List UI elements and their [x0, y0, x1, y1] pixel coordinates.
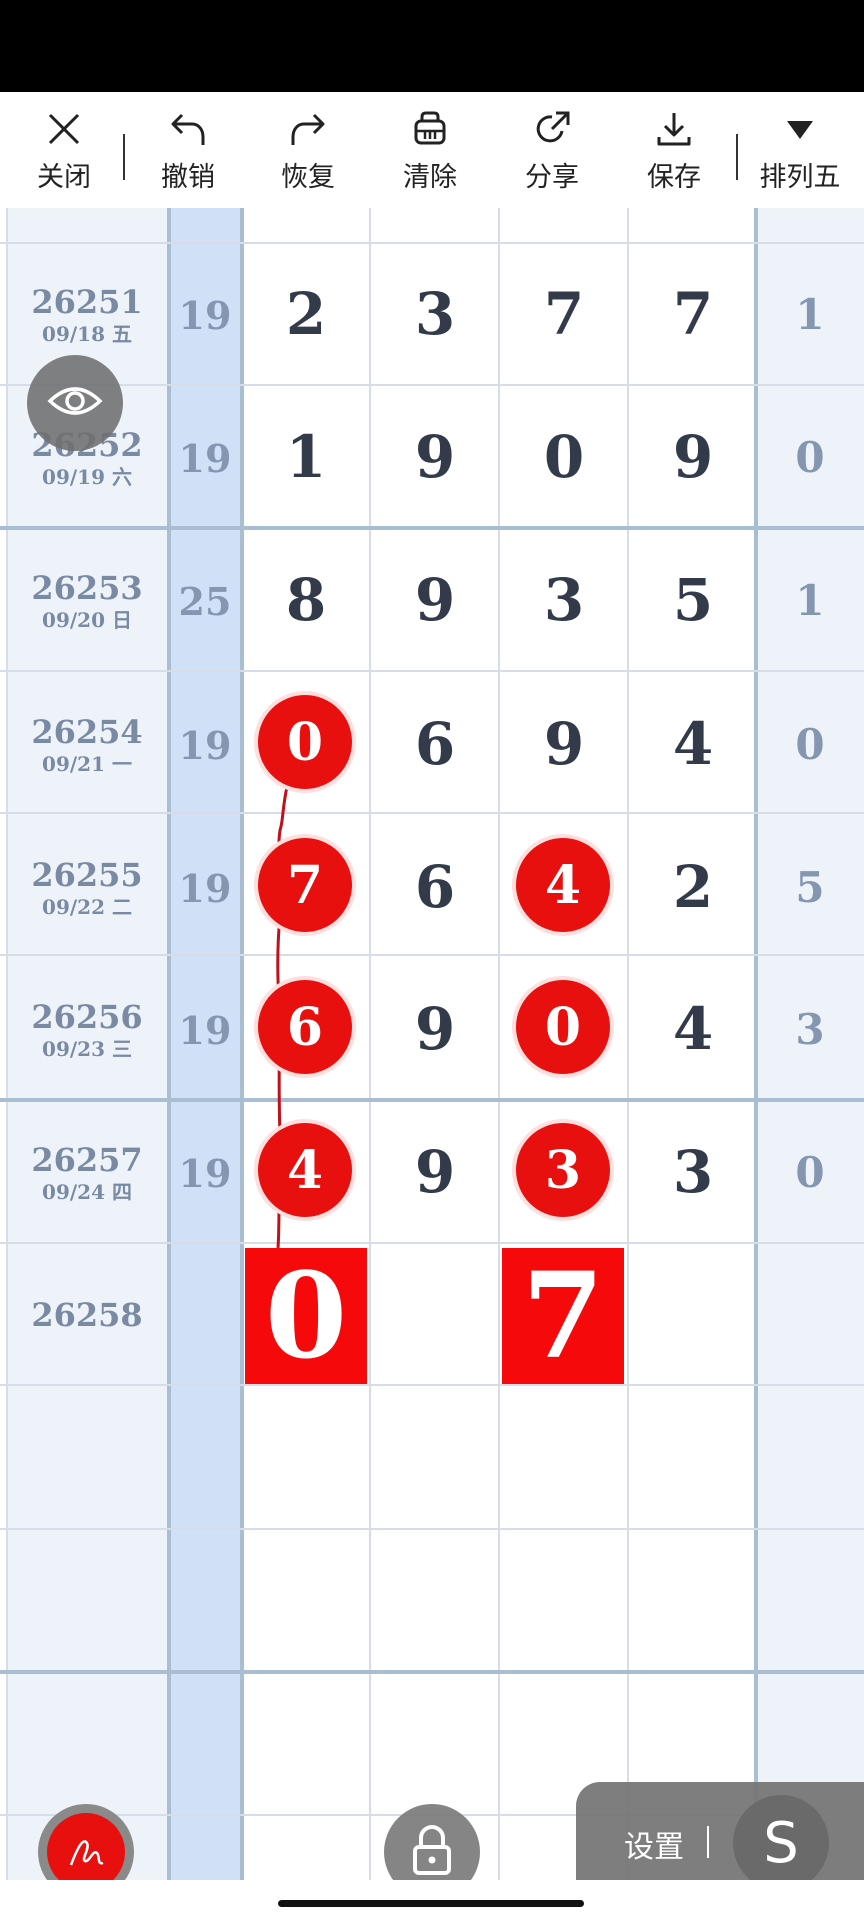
- digit-cell[interactable]: 2: [242, 280, 370, 348]
- trend-chart-grid[interactable]: 26251 09/18 五 19 2 3 7 7 1 26252 09/19 六…: [0, 208, 864, 1880]
- s-button[interactable]: S: [733, 1795, 829, 1891]
- sum-value: 19: [178, 293, 232, 338]
- redo-icon: [286, 107, 330, 151]
- close-button[interactable]: 关闭: [12, 92, 116, 208]
- issue-date: 09/19 六: [42, 465, 132, 489]
- sum-value: 19: [178, 1008, 232, 1053]
- hit-ball[interactable]: 0: [516, 980, 610, 1074]
- digit-cell[interactable]: 7: [500, 280, 628, 348]
- hit-ball[interactable]: 4: [258, 1123, 352, 1217]
- issue-date: 09/23 三: [42, 1037, 132, 1061]
- predicted-digit[interactable]: 7: [502, 1248, 624, 1384]
- issue-cell: 26254 09/21 一: [6, 713, 168, 777]
- digit-cell[interactable]: 0: [500, 423, 628, 491]
- status-bar: [0, 0, 864, 92]
- digit-cell[interactable]: 6: [371, 710, 499, 778]
- sum-value: 19: [178, 866, 232, 911]
- digit-cell[interactable]: 9: [371, 995, 499, 1063]
- digit-cell[interactable]: 6: [371, 853, 499, 921]
- sum-value: 19: [178, 1151, 232, 1196]
- digit-cell[interactable]: 2: [629, 853, 757, 921]
- undo-icon: [166, 107, 210, 151]
- sum-value: 19: [178, 723, 232, 768]
- digit-cell[interactable]: 3: [371, 280, 499, 348]
- digit-cell[interactable]: 8: [242, 566, 370, 634]
- span-value: 0: [795, 1148, 825, 1197]
- issue-date: 09/22 二: [42, 895, 132, 919]
- save-button[interactable]: 保存: [622, 92, 726, 208]
- issue-cell: 26256 09/23 三: [6, 998, 168, 1062]
- digit-cell[interactable]: 9: [371, 566, 499, 634]
- share-label: 分享: [525, 161, 579, 193]
- issue-date: 09/20 日: [42, 608, 132, 632]
- hit-ball[interactable]: 3: [516, 1123, 610, 1217]
- clear-button[interactable]: 清除: [378, 92, 482, 208]
- lock-icon: [409, 1823, 455, 1882]
- span-value: 3: [795, 1005, 825, 1054]
- share-icon: [530, 107, 574, 151]
- undo-button[interactable]: 撤销: [136, 92, 240, 208]
- issue-date: 09/18 五: [42, 322, 132, 346]
- issue-number: 26251: [31, 283, 143, 321]
- digit-cell[interactable]: 7: [629, 280, 757, 348]
- digit-cell[interactable]: 4: [629, 710, 757, 778]
- settings-button[interactable]: 设置: [624, 1822, 684, 1866]
- issue-date: 09/24 四: [42, 1180, 132, 1204]
- clear-label: 清除: [403, 161, 457, 193]
- mode-dropdown[interactable]: 排列五: [748, 92, 852, 208]
- issue-number: 26258: [31, 1296, 143, 1334]
- digit-cell[interactable]: 3: [500, 566, 628, 634]
- span-value: 0: [795, 720, 825, 769]
- close-label: 关闭: [37, 161, 91, 193]
- toolbar-divider: [123, 134, 125, 180]
- digit-cell[interactable]: 9: [371, 423, 499, 491]
- issue-date: 09/21 一: [42, 752, 132, 776]
- span-value: 5: [795, 863, 825, 912]
- digit-cell[interactable]: 9: [500, 710, 628, 778]
- mode-label: 排列五: [759, 161, 841, 193]
- issue-cell: 26253 09/20 日: [6, 569, 168, 633]
- share-button[interactable]: 分享: [500, 92, 604, 208]
- digit-cell[interactable]: 9: [629, 423, 757, 491]
- dropdown-icon: [778, 107, 822, 151]
- settings-divider: [707, 1826, 709, 1858]
- issue-number: 26256: [31, 998, 143, 1036]
- undo-label: 撤销: [161, 161, 215, 193]
- issue-number: 26253: [31, 569, 143, 607]
- hit-ball[interactable]: 4: [516, 838, 610, 932]
- issue-number: 26254: [31, 713, 143, 751]
- hit-ball[interactable]: 6: [258, 980, 352, 1074]
- sum-value: 25: [178, 579, 232, 624]
- digit-cell[interactable]: 9: [371, 1138, 499, 1206]
- close-icon: [42, 107, 86, 151]
- home-indicator[interactable]: [278, 1900, 584, 1907]
- hit-ball[interactable]: 7: [258, 838, 352, 932]
- predicted-digit[interactable]: 0: [245, 1248, 367, 1384]
- digit-cell[interactable]: 4: [629, 995, 757, 1063]
- clear-icon: [408, 107, 452, 151]
- span-value: 1: [795, 290, 825, 339]
- toolbar-divider: [736, 134, 738, 180]
- eye-icon: [47, 381, 103, 426]
- issue-number: 26255: [31, 856, 143, 894]
- issue-cell: 26257 09/24 四: [6, 1141, 168, 1205]
- digit-cell[interactable]: 1: [242, 423, 370, 491]
- redo-button[interactable]: 恢复: [256, 92, 360, 208]
- issue-cell: 26255 09/22 二: [6, 856, 168, 920]
- issue-cell: 26258: [6, 1296, 168, 1334]
- issue-number: 26257: [31, 1141, 143, 1179]
- save-icon: [652, 107, 696, 151]
- hit-ball[interactable]: 0: [258, 695, 352, 789]
- digit-cell[interactable]: 3: [629, 1138, 757, 1206]
- span-value: 1: [795, 576, 825, 625]
- issue-cell: 26251 09/18 五: [6, 283, 168, 347]
- toolbar: 关闭 撤销 恢复 清除 分享 保存 排列五: [0, 92, 864, 208]
- digit-cell[interactable]: 5: [629, 566, 757, 634]
- save-label: 保存: [647, 161, 701, 193]
- redo-label: 恢复: [281, 161, 335, 193]
- span-value: 0: [795, 433, 825, 482]
- visibility-toggle-button[interactable]: [27, 355, 123, 451]
- sum-value: 19: [178, 436, 232, 481]
